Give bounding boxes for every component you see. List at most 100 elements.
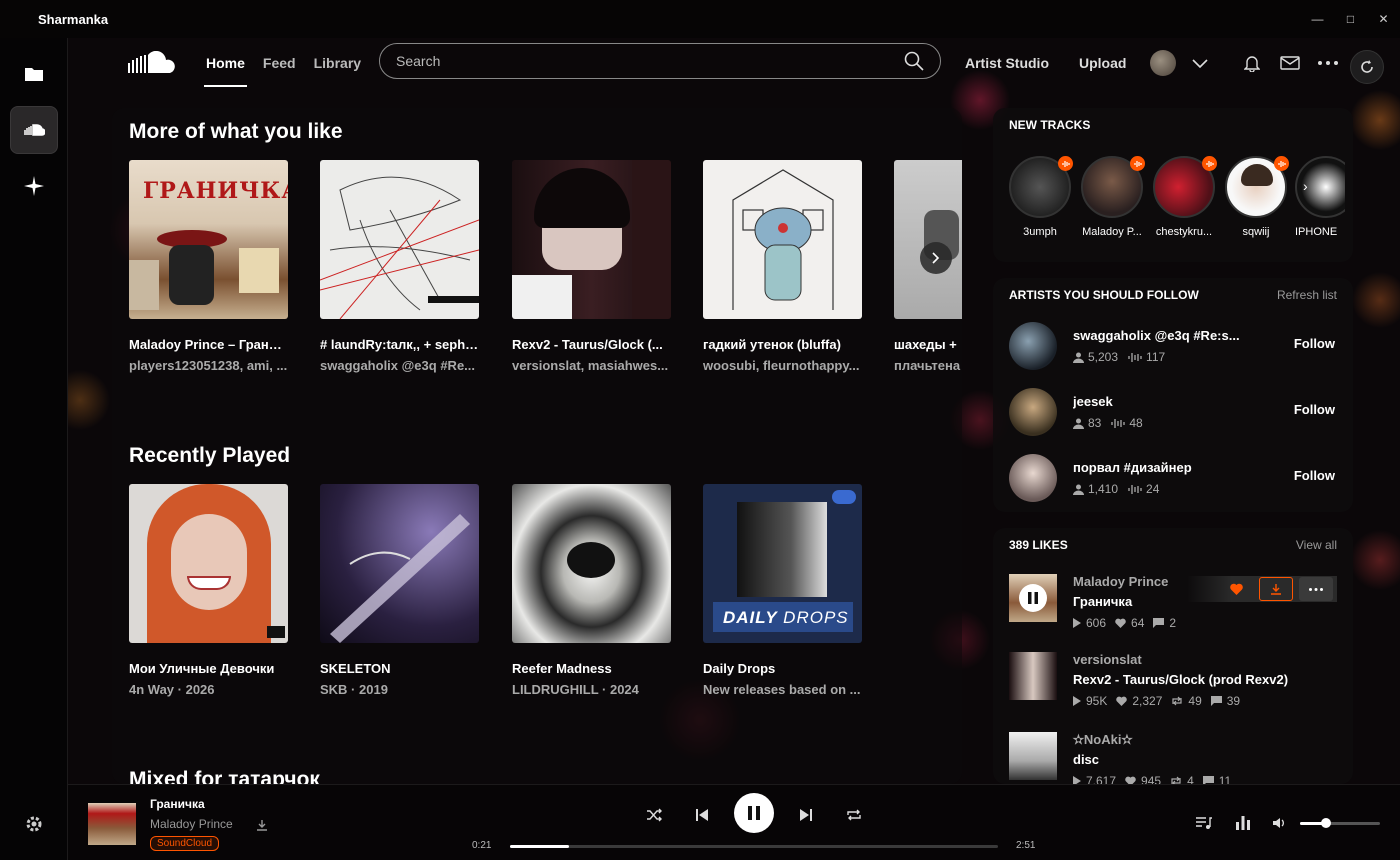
new-track-item[interactable]: sqwiij (1223, 156, 1289, 238)
equalizer-button[interactable] (1231, 811, 1255, 835)
card-title[interactable]: Reefer Madness (512, 661, 671, 676)
folder-button[interactable] (10, 50, 58, 98)
pause-icon (748, 806, 760, 820)
nav-feed[interactable]: Feed (261, 47, 298, 79)
download-icon (1271, 584, 1281, 595)
new-track-item[interactable]: 3umph (1007, 156, 1073, 238)
follow-button[interactable]: Follow (1294, 336, 1335, 351)
new-tracks-heading: NEW TRACKS (1009, 118, 1091, 132)
more-card[interactable]: Rexv2 - Taurus/Glock (... versionslat, m… (512, 160, 671, 373)
volume-slider[interactable] (1300, 818, 1380, 828)
recent-card[interactable]: DAILY DROPS Daily Drops New releases bas… (703, 484, 862, 697)
artist-avatar[interactable] (1009, 454, 1057, 502)
search-input[interactable] (396, 53, 904, 69)
follow-button[interactable]: Follow (1294, 402, 1335, 417)
carousel-next-button[interactable] (920, 242, 952, 274)
soundcloud-button[interactable] (10, 106, 58, 154)
follow-button[interactable]: Follow (1294, 468, 1335, 483)
liked-track-artwork[interactable] (1009, 574, 1057, 622)
player-download-button[interactable] (250, 813, 274, 837)
shuffle-button[interactable] (642, 803, 666, 827)
liked-track-artist[interactable]: Maladoy Prince (1073, 574, 1168, 589)
window-controls: — □ ✕ (1301, 0, 1400, 38)
recent-card[interactable]: Reefer Madness LILDRUGHILL · 2024 (512, 484, 671, 697)
liked-track-actions (1187, 576, 1337, 602)
liked-track-title[interactable]: disc (1073, 752, 1099, 767)
user-avatar[interactable] (1150, 50, 1177, 76)
queue-button[interactable] (1192, 811, 1216, 835)
pause-button[interactable] (1019, 584, 1047, 612)
next-button[interactable] (794, 803, 818, 827)
artist-name[interactable]: порвал #дизайнер (1073, 460, 1248, 475)
card-subtitle: players123051238, ami, ... (129, 358, 288, 373)
new-track-avatar (1081, 156, 1145, 218)
upload-link[interactable]: Upload (1079, 55, 1126, 71)
close-button[interactable]: ✕ (1367, 0, 1400, 38)
refresh-button[interactable] (1350, 50, 1384, 84)
followers-count: 5,203 (1088, 350, 1119, 364)
repost-count: 49 (1188, 694, 1202, 708)
liked-track-row[interactable]: Maladoy Prince Граничка 606 64 2 (1009, 574, 1339, 642)
track-more-button[interactable] (1299, 577, 1333, 601)
refresh-list-link[interactable]: Refresh list (1277, 288, 1337, 302)
card-title[interactable]: # laundRy:taлк,, + seph ... (320, 337, 479, 352)
liked-track-artist[interactable]: ✫NoAki✫ (1073, 732, 1132, 748)
artist-name[interactable]: swaggaholix @e3q #Re:s... (1073, 328, 1248, 343)
soundcloud-logo[interactable] (128, 51, 180, 75)
play-pause-button[interactable] (734, 793, 774, 833)
recent-card[interactable]: SKELETON SKB · 2019 (320, 484, 479, 697)
card-title[interactable]: шахеды + (894, 337, 962, 352)
liked-track-artist[interactable]: versionslat (1073, 652, 1142, 667)
liked-track-row[interactable]: versionslat Rexv2 - Taurus/Glock (prod R… (1009, 652, 1339, 720)
more-card[interactable]: ГРАНИЧКА Maladoy Prince – Граничка playe… (129, 160, 288, 373)
settings-button[interactable] (10, 800, 58, 848)
liked-track-title[interactable]: Rexv2 - Taurus/Glock (prod Rexv2) (1073, 672, 1288, 687)
more-card[interactable]: гадкий утенок (bluffa) woosubi, fleurnot… (703, 160, 862, 373)
new-track-item[interactable]: Maladoy P... (1079, 156, 1145, 238)
notifications-button[interactable] (1238, 49, 1266, 77)
card-title[interactable]: Rexv2 - Taurus/Glock (... (512, 337, 671, 352)
progress-fill (510, 845, 569, 848)
like-button[interactable] (1219, 577, 1253, 601)
nav-home[interactable]: Home (204, 47, 247, 87)
artist-avatar[interactable] (1009, 388, 1057, 436)
artist-studio-link[interactable]: Artist Studio (965, 55, 1049, 71)
new-track-item[interactable]: › IPHONE (1295, 156, 1345, 238)
more-button[interactable] (1314, 49, 1342, 77)
new-track-item[interactable]: chestykru... (1151, 156, 1217, 238)
card-artwork (512, 160, 671, 319)
download-button[interactable] (1259, 577, 1293, 601)
repeat-button[interactable] (842, 803, 866, 827)
card-title[interactable]: Мои Уличные Девочки (129, 661, 288, 676)
artist-name[interactable]: jeesek (1073, 394, 1248, 409)
tracks-icon (1111, 418, 1126, 428)
nav-library[interactable]: Library (312, 47, 363, 79)
view-all-link[interactable]: View all (1296, 538, 1337, 552)
artist-avatar[interactable] (1009, 322, 1057, 370)
maximize-button[interactable]: □ (1334, 0, 1367, 38)
recent-card[interactable]: Мои Уличные Девочки 4n Way · 2026 (129, 484, 288, 697)
play-count-icon (1073, 696, 1081, 706)
card-title[interactable]: Daily Drops (703, 661, 862, 676)
liked-track-row[interactable]: ✫NoAki✫ disc 7,617 945 4 11 (1009, 732, 1339, 784)
now-playing-artwork[interactable] (88, 803, 136, 845)
now-playing-title[interactable]: Граничка (150, 797, 205, 811)
spark-button[interactable] (10, 162, 58, 210)
previous-button[interactable] (690, 803, 714, 827)
volume-knob[interactable] (1321, 818, 1332, 828)
liked-track-artwork[interactable] (1009, 652, 1057, 700)
liked-track-artwork[interactable] (1009, 732, 1057, 780)
card-title[interactable]: Maladoy Prince – Граничка (129, 337, 288, 352)
liked-track-title[interactable]: Граничка (1073, 594, 1132, 609)
card-title[interactable]: SKELETON (320, 661, 479, 676)
minimize-button[interactable]: — (1301, 0, 1334, 38)
search-icon[interactable] (904, 51, 924, 71)
card-title[interactable]: гадкий утенок (bluffa) (703, 337, 862, 352)
card-artwork (512, 484, 671, 643)
messages-button[interactable] (1276, 49, 1304, 77)
account-menu-button[interactable] (1186, 49, 1214, 77)
progress-bar[interactable] (510, 845, 998, 848)
now-playing-artist[interactable]: Maladoy Prince (150, 817, 233, 831)
volume-button[interactable] (1268, 811, 1292, 835)
more-card[interactable]: # laundRy:taлк,, + seph ... swaggaholix … (320, 160, 479, 373)
